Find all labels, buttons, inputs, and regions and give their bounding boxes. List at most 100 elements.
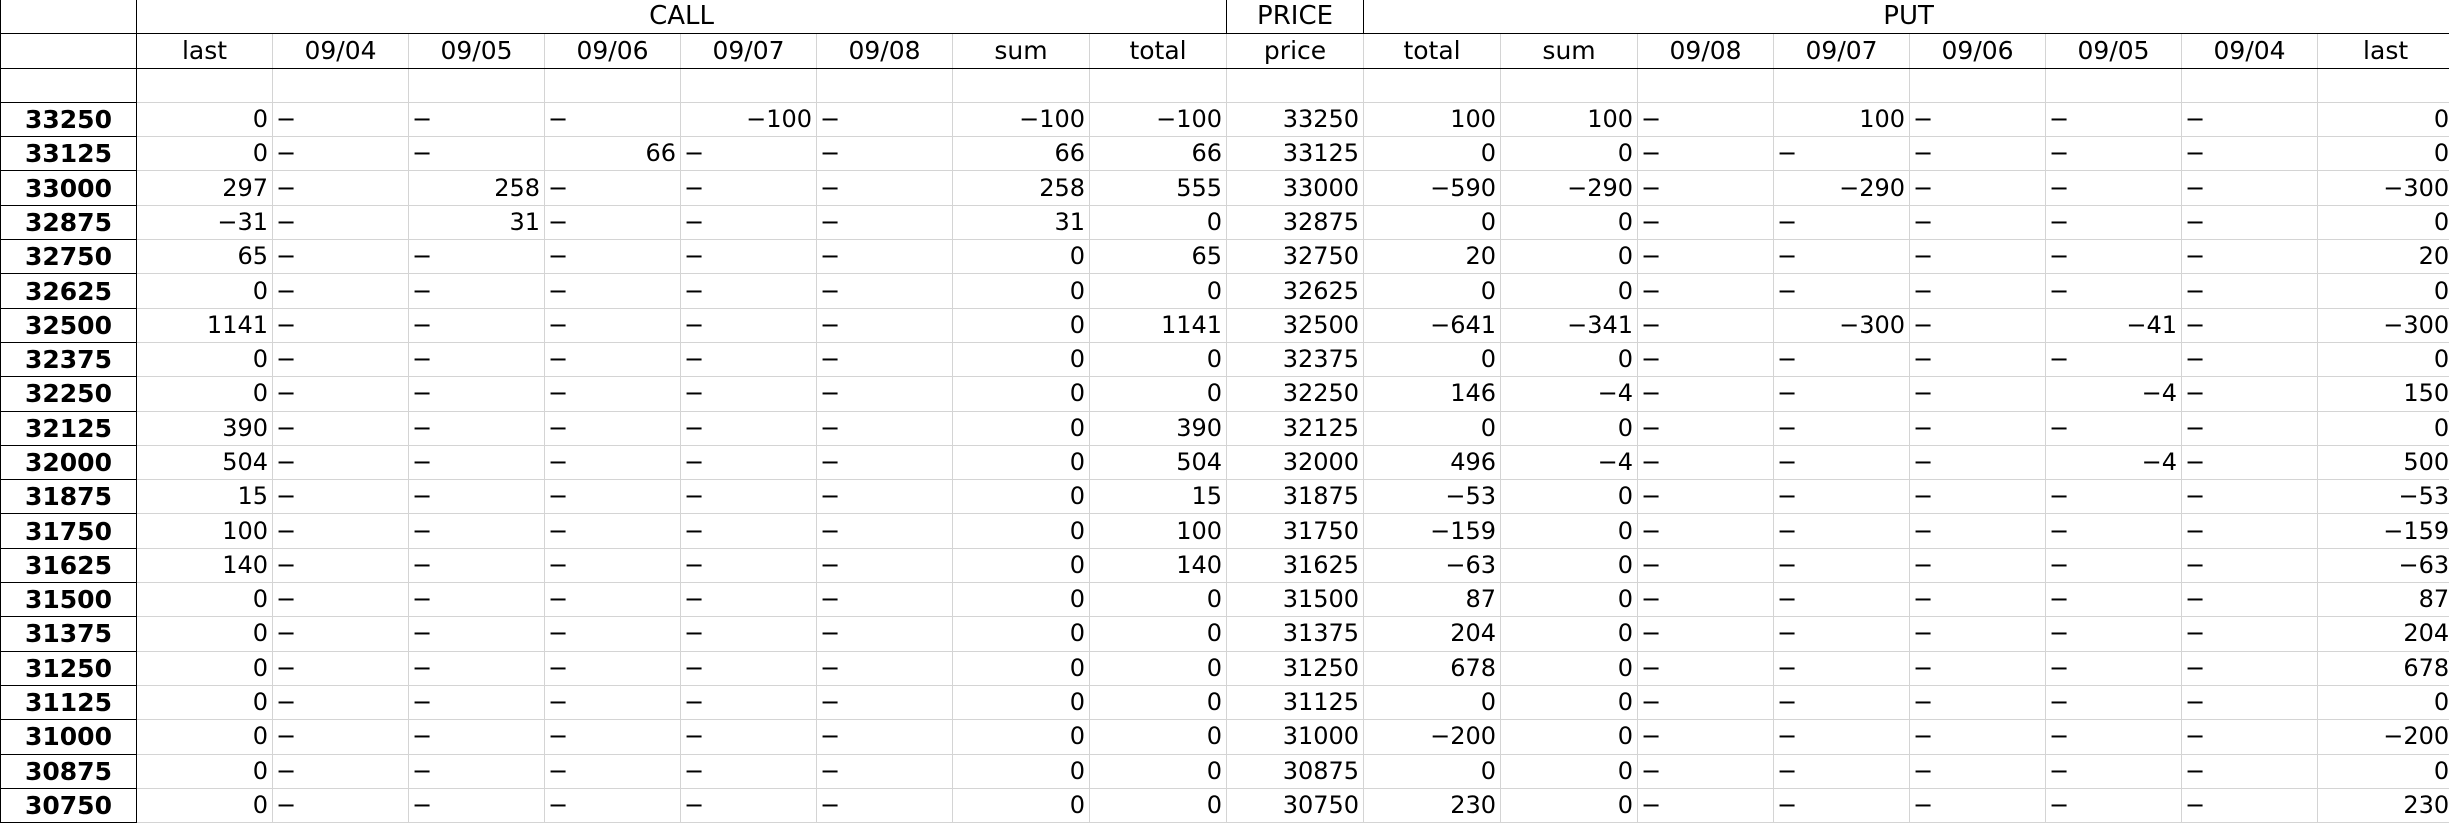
cell[interactable]: − [817, 514, 953, 548]
cell[interactable]: 0 [1364, 342, 1501, 376]
cell[interactable]: 31250 [1227, 651, 1364, 685]
cell[interactable]: −31 [137, 205, 273, 239]
row-header[interactable]: 31625 [1, 548, 137, 582]
cell[interactable]: −641 [1364, 308, 1501, 342]
cell[interactable]: 66 [1090, 137, 1227, 171]
cell[interactable]: 0 [1501, 205, 1638, 239]
cell[interactable]: 32125 [1227, 411, 1364, 445]
cell[interactable]: 31125 [1227, 685, 1364, 719]
cell[interactable]: − [1910, 514, 2046, 548]
cell[interactable]: − [2182, 205, 2318, 239]
cell[interactable]: − [2182, 583, 2318, 617]
cell[interactable]: −41 [2046, 308, 2182, 342]
cell[interactable]: − [2182, 720, 2318, 754]
cell[interactable]: 32375 [1227, 342, 1364, 376]
cell[interactable]: − [817, 583, 953, 617]
column-header[interactable]: 09/06 [1910, 34, 2046, 68]
cell[interactable]: 20 [2318, 240, 2449, 274]
cell[interactable] [2318, 68, 2449, 102]
cell[interactable]: − [2046, 137, 2182, 171]
cell[interactable]: 0 [2318, 137, 2449, 171]
cell[interactable]: − [1774, 137, 1910, 171]
cell[interactable]: − [1774, 617, 1910, 651]
cell[interactable]: − [545, 411, 681, 445]
cell[interactable]: 87 [2318, 583, 2449, 617]
cell[interactable]: − [409, 308, 545, 342]
cell[interactable]: 140 [1090, 548, 1227, 582]
cell[interactable]: 20 [1364, 240, 1501, 274]
cell[interactable]: 0 [137, 617, 273, 651]
cell[interactable]: − [1638, 754, 1774, 788]
column-header[interactable]: price [1227, 34, 1364, 68]
cell[interactable]: − [545, 445, 681, 479]
cell[interactable]: − [409, 548, 545, 582]
cell[interactable]: − [1638, 205, 1774, 239]
cell[interactable]: 0 [953, 651, 1090, 685]
cell[interactable]: 0 [1501, 240, 1638, 274]
cell[interactable]: − [545, 102, 681, 136]
cell[interactable]: 496 [1364, 445, 1501, 479]
cell[interactable]: − [273, 617, 409, 651]
cell[interactable]: − [1774, 514, 1910, 548]
cell[interactable]: 258 [409, 171, 545, 205]
cell[interactable] [953, 68, 1090, 102]
cell[interactable]: − [1774, 240, 1910, 274]
cell[interactable]: 0 [1501, 274, 1638, 308]
cell[interactable]: −4 [2046, 377, 2182, 411]
cell[interactable]: 204 [1364, 617, 1501, 651]
cell[interactable]: − [1638, 720, 1774, 754]
cell[interactable]: − [1910, 788, 2046, 822]
cell[interactable]: 0 [1364, 685, 1501, 719]
cell[interactable]: 0 [2318, 274, 2449, 308]
cell[interactable]: − [1910, 240, 2046, 274]
cell[interactable]: −4 [1501, 445, 1638, 479]
cell[interactable]: − [1910, 171, 2046, 205]
cell[interactable]: − [2046, 651, 2182, 685]
cell[interactable]: −63 [2318, 548, 2449, 582]
cell[interactable]: − [1774, 754, 1910, 788]
cell[interactable]: 100 [1364, 102, 1501, 136]
cell[interactable]: 30750 [1227, 788, 1364, 822]
cell[interactable]: − [1638, 308, 1774, 342]
cell[interactable]: −53 [2318, 480, 2449, 514]
cell[interactable]: − [1774, 583, 1910, 617]
cell[interactable]: − [545, 308, 681, 342]
cell[interactable]: 0 [1501, 685, 1638, 719]
cell[interactable]: − [273, 377, 409, 411]
cell[interactable]: − [273, 240, 409, 274]
cell[interactable]: 30875 [1227, 754, 1364, 788]
cell[interactable] [1227, 68, 1364, 102]
cell[interactable]: − [409, 788, 545, 822]
cell[interactable]: − [545, 720, 681, 754]
cell[interactable]: − [681, 274, 817, 308]
cell[interactable]: − [1910, 617, 2046, 651]
row-header[interactable]: 32500 [1, 308, 137, 342]
cell[interactable]: 0 [1501, 583, 1638, 617]
cell[interactable]: 32875 [1227, 205, 1364, 239]
cell[interactable]: −290 [1774, 171, 1910, 205]
cell[interactable]: −300 [1774, 308, 1910, 342]
cell[interactable]: − [1638, 617, 1774, 651]
cell[interactable]: −159 [2318, 514, 2449, 548]
cell[interactable]: − [681, 651, 817, 685]
cell[interactable]: 33000 [1227, 171, 1364, 205]
row-header[interactable]: 30750 [1, 788, 137, 822]
cell[interactable]: − [1774, 548, 1910, 582]
cell[interactable]: 31500 [1227, 583, 1364, 617]
cell[interactable]: 0 [137, 274, 273, 308]
cell[interactable]: 0 [137, 720, 273, 754]
cell[interactable]: 0 [137, 651, 273, 685]
cell[interactable]: − [2182, 308, 2318, 342]
cell[interactable]: − [409, 445, 545, 479]
cell[interactable]: − [545, 685, 681, 719]
cell[interactable]: 0 [1501, 514, 1638, 548]
column-header[interactable]: sum [953, 34, 1090, 68]
cell[interactable]: 32625 [1227, 274, 1364, 308]
cell[interactable]: 0 [1090, 788, 1227, 822]
cell[interactable]: − [2182, 171, 2318, 205]
cell[interactable]: 0 [1364, 137, 1501, 171]
cell[interactable]: − [681, 548, 817, 582]
column-header[interactable]: total [1364, 34, 1501, 68]
cell[interactable]: −341 [1501, 308, 1638, 342]
row-header[interactable]: 32250 [1, 377, 137, 411]
